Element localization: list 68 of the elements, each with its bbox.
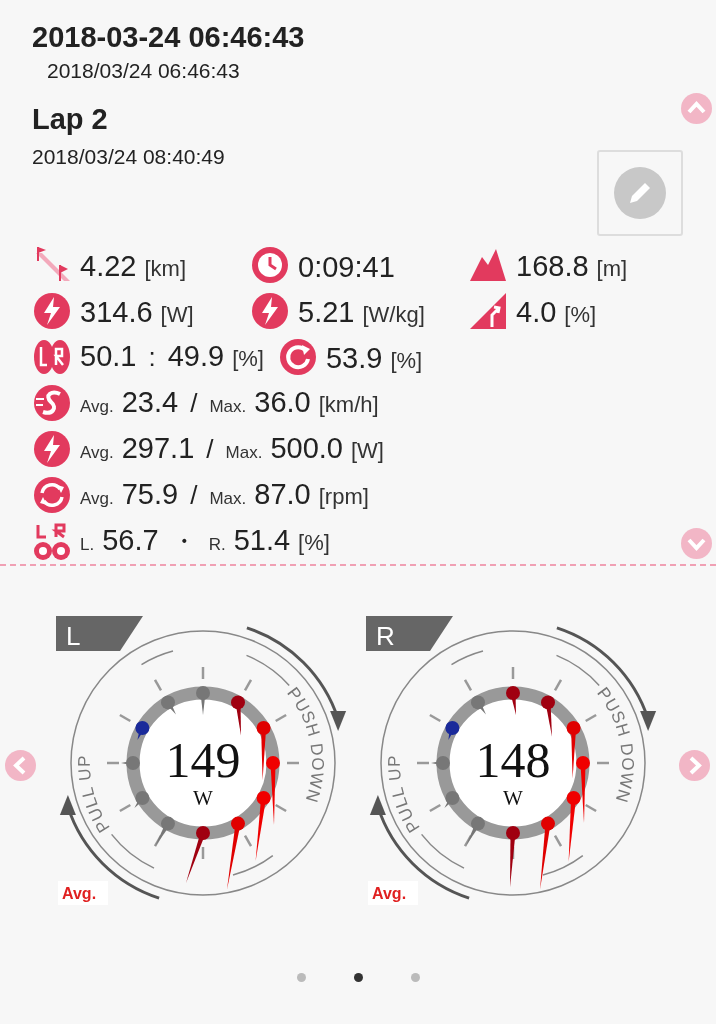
activity-title: 2018-03-24 06:46:43: [32, 20, 306, 55]
metric-value: 4.0: [516, 295, 557, 330]
side-label: L: [66, 621, 81, 651]
separator: /: [189, 479, 199, 512]
chevron-down-icon[interactable]: [681, 528, 712, 559]
metric-value: 500.0: [270, 431, 343, 466]
metric-unit: [W]: [350, 437, 384, 465]
pencil-icon: [614, 167, 666, 219]
separator: /: [205, 433, 215, 466]
metric-label: Max.: [209, 488, 247, 510]
metric-value: 50.1: [80, 339, 137, 374]
metric-unit: [%]: [564, 301, 597, 329]
lap-title: Lap 2: [32, 102, 108, 137]
metric-unit: [W/kg]: [362, 301, 425, 329]
metric-value: 23.4: [121, 385, 179, 420]
side-label: R: [376, 621, 395, 651]
speed-icon: [32, 383, 72, 423]
metric-label: Avg.: [80, 488, 114, 510]
metric-value: 168.8: [516, 249, 589, 284]
chevron-up-icon[interactable]: [681, 93, 712, 124]
power-value: 148: [475, 732, 551, 788]
metric-value: 87.0: [254, 477, 311, 512]
metric-value: 297.1: [121, 431, 195, 466]
lightning-icon: [32, 291, 72, 331]
metric-label: Avg.: [80, 442, 114, 464]
metric-unit: [rpm]: [318, 483, 369, 511]
metric-value: 36.0: [254, 385, 311, 420]
metric-unit: [km/h]: [318, 391, 379, 419]
metric-unit: [%]: [390, 347, 423, 375]
metric-label: Max.: [209, 396, 247, 418]
metric-value: 75.9: [121, 477, 179, 512]
metric-unit: [W]: [160, 301, 194, 329]
metric-label: L.: [80, 534, 95, 556]
metric-value: 49.9: [167, 339, 225, 374]
metric-unit: [%]: [232, 345, 264, 373]
metric-value: 56.7: [102, 523, 159, 558]
metric-value: 5.21: [298, 295, 355, 330]
metric-unit: [m]: [596, 255, 628, 283]
avg-label: Avg.: [62, 885, 97, 902]
rotation-arrows-icon: [32, 475, 72, 515]
lightning-icon: [32, 429, 72, 469]
metric-value: 0:09:41: [298, 250, 395, 285]
power-value: 149: [165, 732, 241, 788]
chevron-left-icon[interactable]: [5, 750, 36, 781]
metric-unit: [%]: [298, 529, 330, 557]
metric-unit: [km]: [144, 255, 186, 283]
metric-value: 53.9: [325, 341, 383, 376]
power-unit: W: [193, 786, 213, 810]
activity-date: 2018/03/24 06:46:43: [46, 58, 241, 84]
edit-button[interactable]: [597, 150, 683, 236]
metric-label: Avg.: [80, 396, 114, 418]
metric-value: 51.4: [233, 523, 291, 558]
metric-value: 4.22: [80, 249, 137, 284]
pedals-icon: [32, 337, 72, 377]
avg-label: Avg.: [372, 885, 407, 902]
separator: ・: [169, 525, 198, 558]
separator: :: [147, 341, 157, 374]
lap-time: 2018/03/24 08:40:49: [32, 144, 225, 170]
lightning-icon: [250, 291, 290, 331]
separator: /: [189, 387, 199, 420]
clock-icon: [250, 245, 290, 285]
pedal-pair-icon: [32, 521, 72, 561]
metric-value: 314.6: [80, 295, 153, 330]
metric-label: R.: [208, 534, 226, 556]
metric-label: Max.: [225, 442, 263, 464]
slope-icon: [468, 291, 508, 331]
power-unit: W: [503, 786, 523, 810]
chevron-right-icon[interactable]: [679, 750, 710, 781]
